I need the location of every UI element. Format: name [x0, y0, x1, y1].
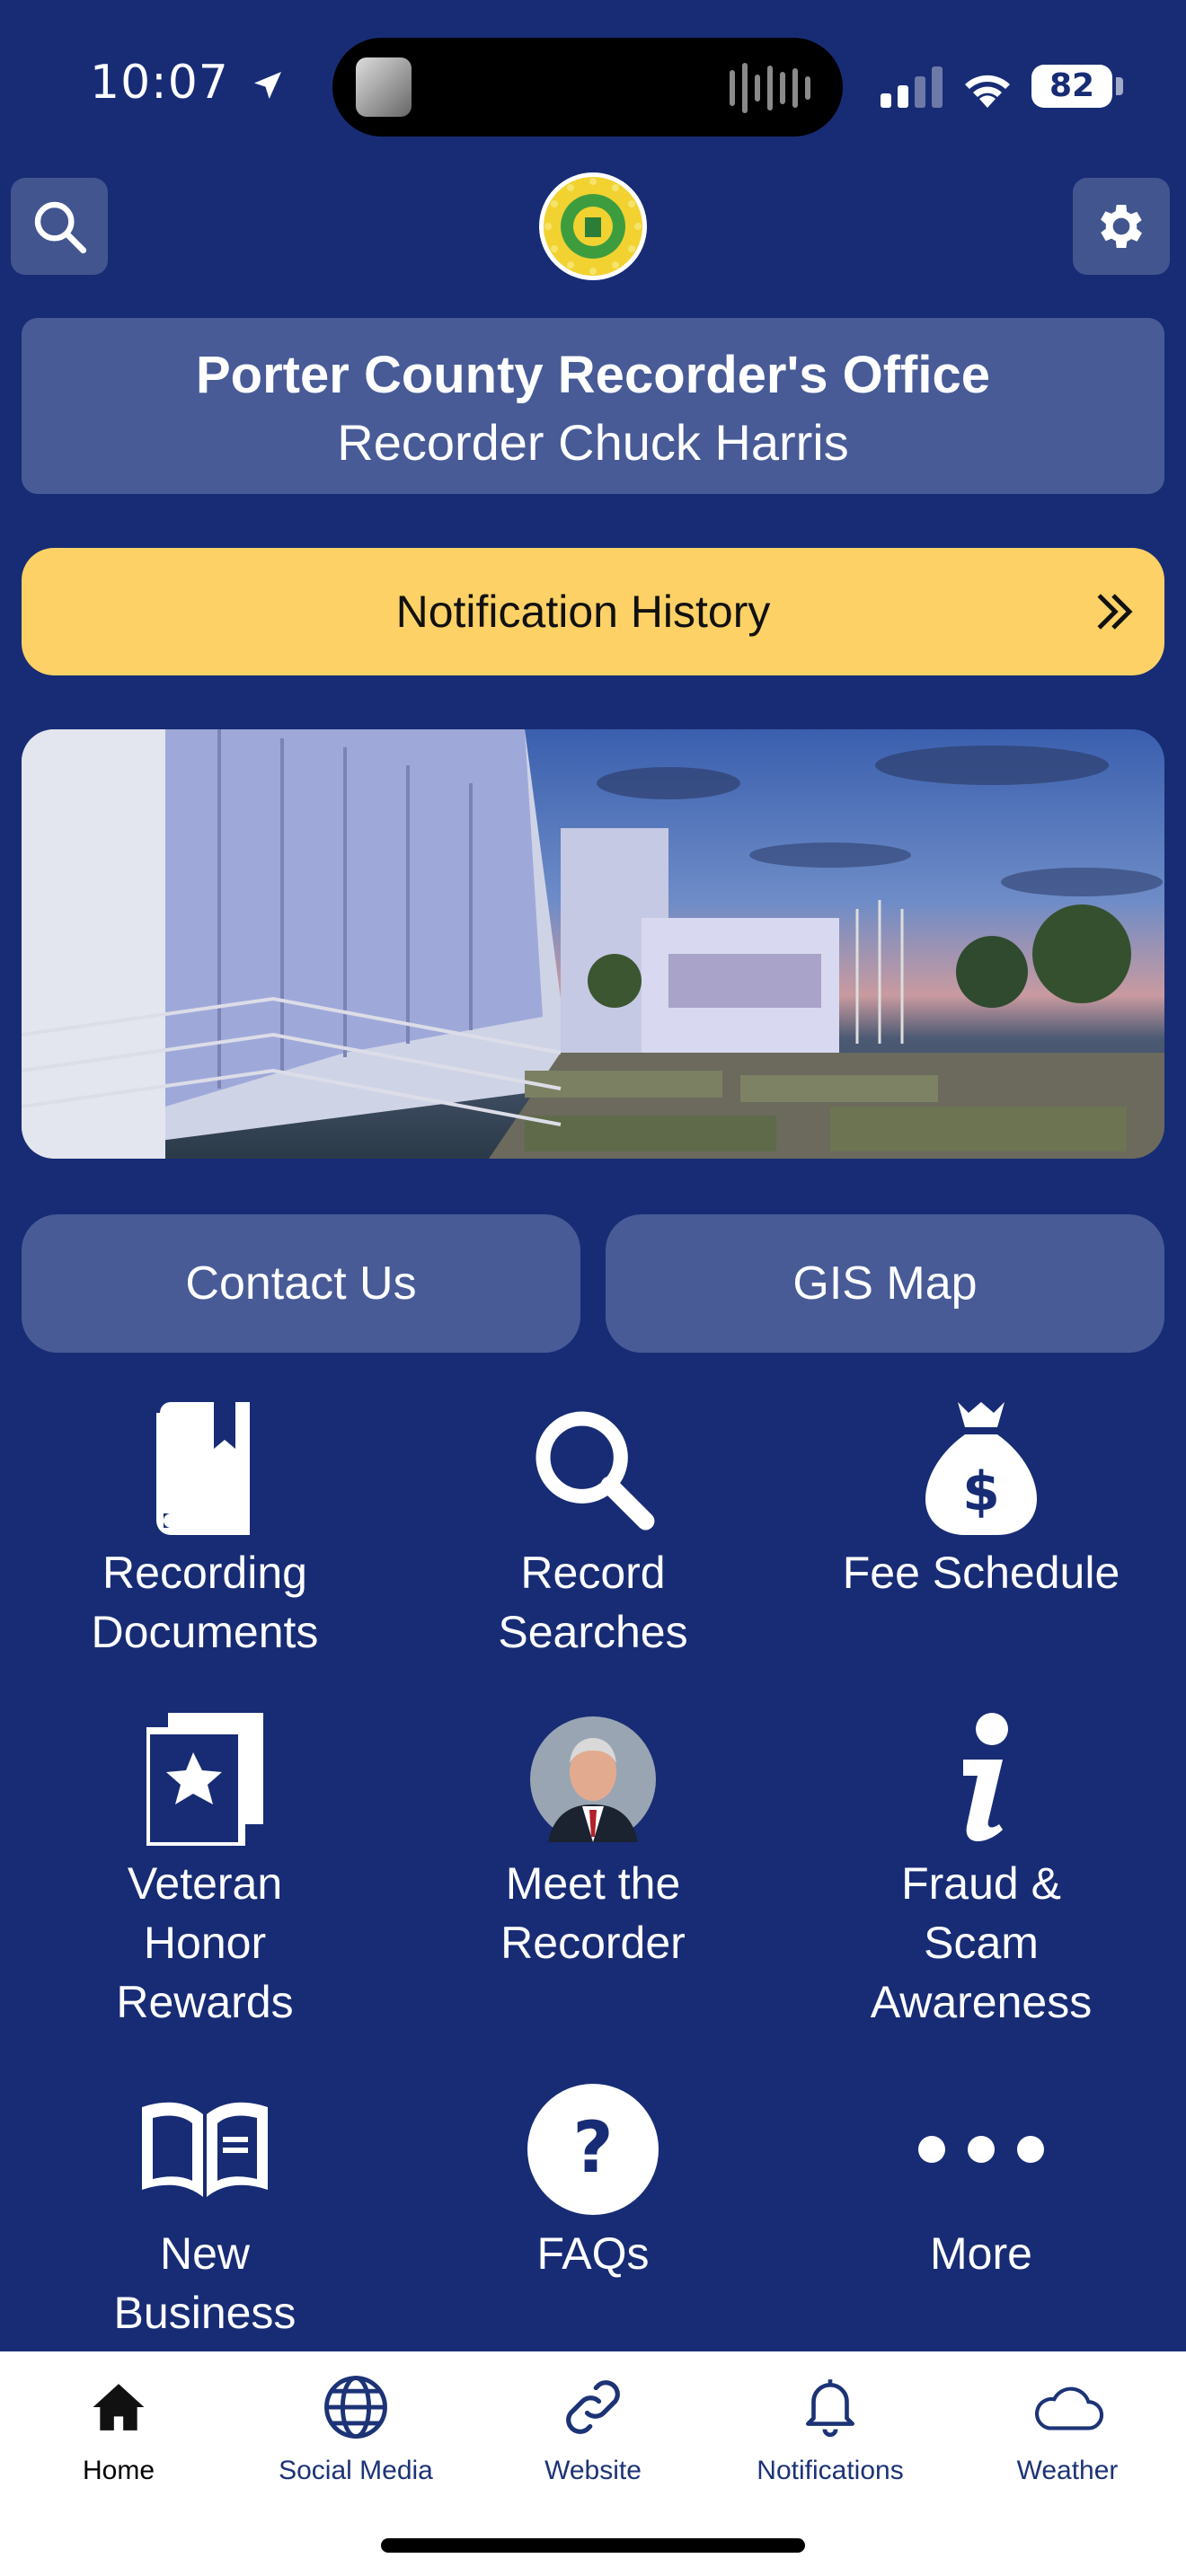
office-subtitle: Recorder Chuck Harris	[337, 414, 849, 471]
double-chevron-right-icon	[1097, 594, 1133, 630]
office-info-card: Porter County Recorder's Office Recorder…	[22, 318, 1164, 494]
veteran-star-icon	[146, 1713, 263, 1846]
tile-veteran-honor-rewards[interactable]: Veteran Honor Rewards	[7, 1712, 403, 2032]
bell-icon	[806, 2379, 854, 2438]
home-indicator	[381, 2538, 805, 2553]
settings-button[interactable]	[1073, 178, 1170, 275]
search-button[interactable]	[11, 178, 108, 275]
status-time: 10:07	[90, 56, 286, 110]
cloud-icon	[1035, 2386, 1104, 2430]
link-icon	[566, 2380, 620, 2434]
tab-social-media[interactable]: Social Media	[237, 2368, 474, 2486]
seal-emblem	[544, 177, 642, 276]
globe-icon	[324, 2376, 387, 2439]
tab-weather[interactable]: Weather	[949, 2368, 1186, 2486]
search-icon	[34, 201, 87, 254]
cellular-signal-icon	[881, 66, 943, 108]
tile-label: Record Searches	[498, 1548, 688, 1657]
audio-wave-icon	[730, 61, 810, 115]
tile-faqs[interactable]: ? FAQs	[395, 2082, 791, 2283]
tile-new-business[interactable]: New Business	[7, 2082, 403, 2342]
notification-history-button[interactable]: Notification History	[22, 548, 1164, 675]
question-icon: ?	[527, 2084, 659, 2215]
tile-fraud-scam-awareness[interactable]: Fraud & Scam Awareness	[783, 1712, 1179, 2032]
tile-label: Veteran Honor Rewards	[116, 1858, 294, 2027]
recorder-portrait	[530, 1716, 656, 1842]
contact-us-label: Contact Us	[185, 1257, 417, 1310]
gear-icon	[1101, 205, 1142, 248]
battery-nub	[1116, 77, 1123, 95]
location-arrow-icon	[254, 72, 282, 99]
gis-map-button[interactable]: GIS Map	[606, 1214, 1164, 1353]
courthouse-photo	[22, 729, 1164, 1159]
gis-map-label: GIS Map	[792, 1257, 978, 1310]
tile-meet-the-recorder[interactable]: Meet the Recorder	[395, 1712, 791, 1972]
tab-label: Weather	[1016, 2456, 1119, 2485]
home-icon	[93, 2384, 145, 2430]
more-dots-icon	[918, 2136, 1044, 2163]
tab-home[interactable]: Home	[0, 2368, 237, 2486]
contact-us-button[interactable]: Contact Us	[22, 1214, 580, 1353]
tab-website[interactable]: Website	[474, 2368, 712, 2486]
porter-county-seal-logo	[539, 172, 647, 280]
info-icon	[963, 1713, 1008, 1841]
tile-label: New Business	[113, 2228, 296, 2338]
courthouse-illustration	[22, 729, 1164, 1159]
tile-label: Recording Documents	[91, 1548, 319, 1657]
tab-label: Website	[544, 2456, 642, 2485]
tab-label: Home	[82, 2456, 155, 2485]
svg-text:$: $	[962, 1460, 1000, 1523]
open-book-icon	[142, 2102, 268, 2197]
tile-more[interactable]: More	[783, 2082, 1179, 2283]
tab-label: Notifications	[757, 2456, 904, 2485]
tile-label: More	[930, 2228, 1032, 2279]
office-title: Porter County Recorder's Office	[196, 346, 990, 404]
magnifier-icon	[535, 1411, 655, 1531]
tab-notifications[interactable]: Notifications	[712, 2368, 949, 2486]
tile-label: FAQs	[536, 2228, 650, 2279]
tile-fee-schedule[interactable]: $ Fee Schedule	[783, 1401, 1179, 1602]
battery-indicator: 82	[1031, 65, 1112, 108]
dynamic-island	[332, 38, 843, 137]
now-playing-thumbnail	[356, 57, 412, 117]
tile-label: Meet the Recorder	[500, 1858, 686, 1968]
tile-record-searches[interactable]: Record Searches	[395, 1401, 791, 1662]
tile-label: Fee Schedule	[842, 1548, 1120, 1598]
tile-recording-documents[interactable]: Recording Documents	[7, 1401, 403, 1662]
tile-label: Fraud & Scam Awareness	[870, 1858, 1093, 2027]
tab-label: Social Media	[279, 2456, 433, 2485]
notification-history-label: Notification History	[395, 587, 771, 637]
svg-text:?: ?	[572, 2108, 613, 2189]
money-bag-icon: $	[925, 1402, 1037, 1535]
book-icon	[156, 1402, 250, 1535]
wifi-icon	[965, 75, 1010, 108]
